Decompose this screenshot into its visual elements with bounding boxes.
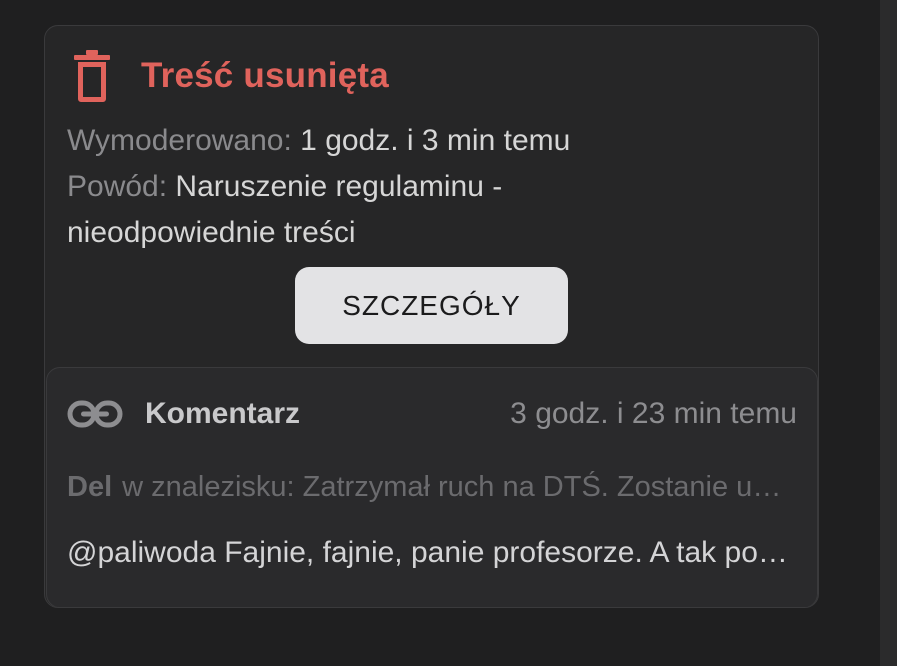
- details-button[interactable]: SZCZEGÓŁY: [295, 267, 568, 344]
- scrollbar[interactable]: [880, 0, 897, 666]
- comment-card[interactable]: Komentarz 3 godz. i 23 min temu Del w zna…: [46, 367, 818, 607]
- reason-label: Powód:: [67, 170, 168, 203]
- moderated-label: Wymoderowano:: [67, 124, 292, 157]
- moderation-title: Treść usunięta: [141, 56, 389, 95]
- moderation-header: Treść usunięta: [73, 50, 389, 102]
- comment-type: Komentarz: [145, 397, 301, 430]
- link-icon: [67, 400, 123, 428]
- moderation-meta: Wymoderowano: 1 godz. i 3 min temu Powód…: [67, 118, 627, 256]
- comment-context[interactable]: Del w znalezisku: Zatrzymał ruch na DTŚ. …: [67, 471, 789, 504]
- comment-context-text[interactable]: w znalezisku: Zatrzymał ruch na DTŚ. Zos…: [122, 471, 789, 503]
- moderated-value: 1 godz. i 3 min temu: [300, 124, 571, 157]
- trash-icon: [73, 50, 111, 102]
- comment-header: Komentarz 3 godz. i 23 min temu: [67, 394, 797, 434]
- comment-text[interactable]: @paliwoda Fajnie, fajnie, panie profesor…: [67, 536, 795, 570]
- comment-time: 3 godz. i 23 min temu: [510, 397, 797, 430]
- moderation-card: Treść usunięta Wymoderowano: 1 godz. i 3…: [44, 25, 819, 608]
- comment-author[interactable]: Del: [67, 471, 112, 503]
